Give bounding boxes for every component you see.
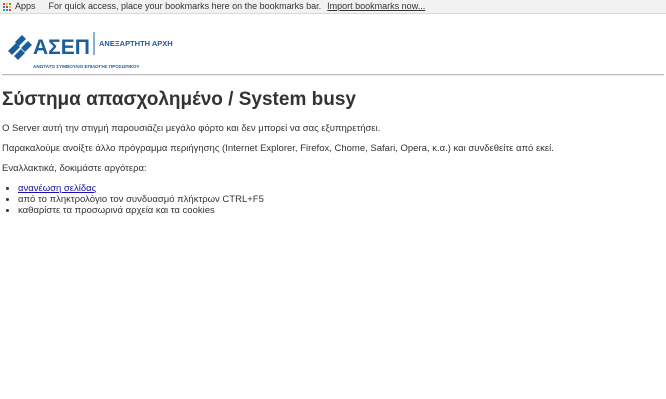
browser-suggestion-message: Παρακαλούμε ανοίξτε άλλο πρόγραμμα περιή…: [2, 143, 554, 154]
page-title: Σύστημα απασχολημένο / System busy: [2, 89, 356, 110]
list-item: ανανέωση σελίδας: [18, 183, 264, 194]
bookmarks-bar: Apps For quick access, place your bookma…: [0, 0, 666, 14]
asep-logo[interactable]: ΑΣΕΠ ΑΝΕΞΑΡΤΗΤΗ ΑΡΧΗ ΑΝΩΤΑΤΟ ΣΥΜΒΟΥΛΙΟ Ε…: [6, 29, 196, 74]
list-item: από το πληκτρολόγιο τον συνδυασμό πλήκτρ…: [18, 194, 264, 205]
server-busy-message: Ο Server αυτή την στιγμή παρουσιάζει μεγ…: [2, 123, 381, 134]
apps-shortcut[interactable]: Apps: [15, 0, 36, 13]
site-header: ΑΣΕΠ ΑΝΕΞΑΡΤΗΤΗ ΑΡΧΗ ΑΝΩΤΑΤΟ ΣΥΜΒΟΥΛΙΟ Ε…: [0, 14, 666, 76]
import-bookmarks-link[interactable]: Import bookmarks now...: [327, 0, 425, 13]
options-list: ανανέωση σελίδας από το πληκτρολόγιο τον…: [18, 183, 264, 216]
logo-tagline: ΑΝΩΤΑΤΟ ΣΥΜΒΟΥΛΙΟ ΕΠΙΛΟΓΗΣ ΠΡΟΣΩΠΙΚΟΥ: [33, 64, 139, 69]
alternatives-intro: Εναλλακτικά, δοκιμάστε αργότερα:: [2, 163, 147, 174]
refresh-page-link[interactable]: ανανέωση σελίδας: [18, 183, 96, 194]
logo-subtitle: ΑΝΕΞΑΡΤΗΤΗ ΑΡΧΗ: [99, 39, 173, 48]
header-divider: [2, 74, 664, 76]
main-content: Σύστημα απασχολημένο / System busy Ο Ser…: [2, 88, 662, 216]
apps-grid-icon[interactable]: [3, 2, 11, 11]
logo-emblem-icon: [8, 35, 32, 60]
list-item: καθαρίστε τα προσωρινά αρχεία και τα coo…: [18, 205, 264, 216]
logo-wordmark: ΑΣΕΠ: [33, 36, 90, 59]
bookmarks-hint-text: For quick access, place your bookmarks h…: [48, 1, 322, 11]
